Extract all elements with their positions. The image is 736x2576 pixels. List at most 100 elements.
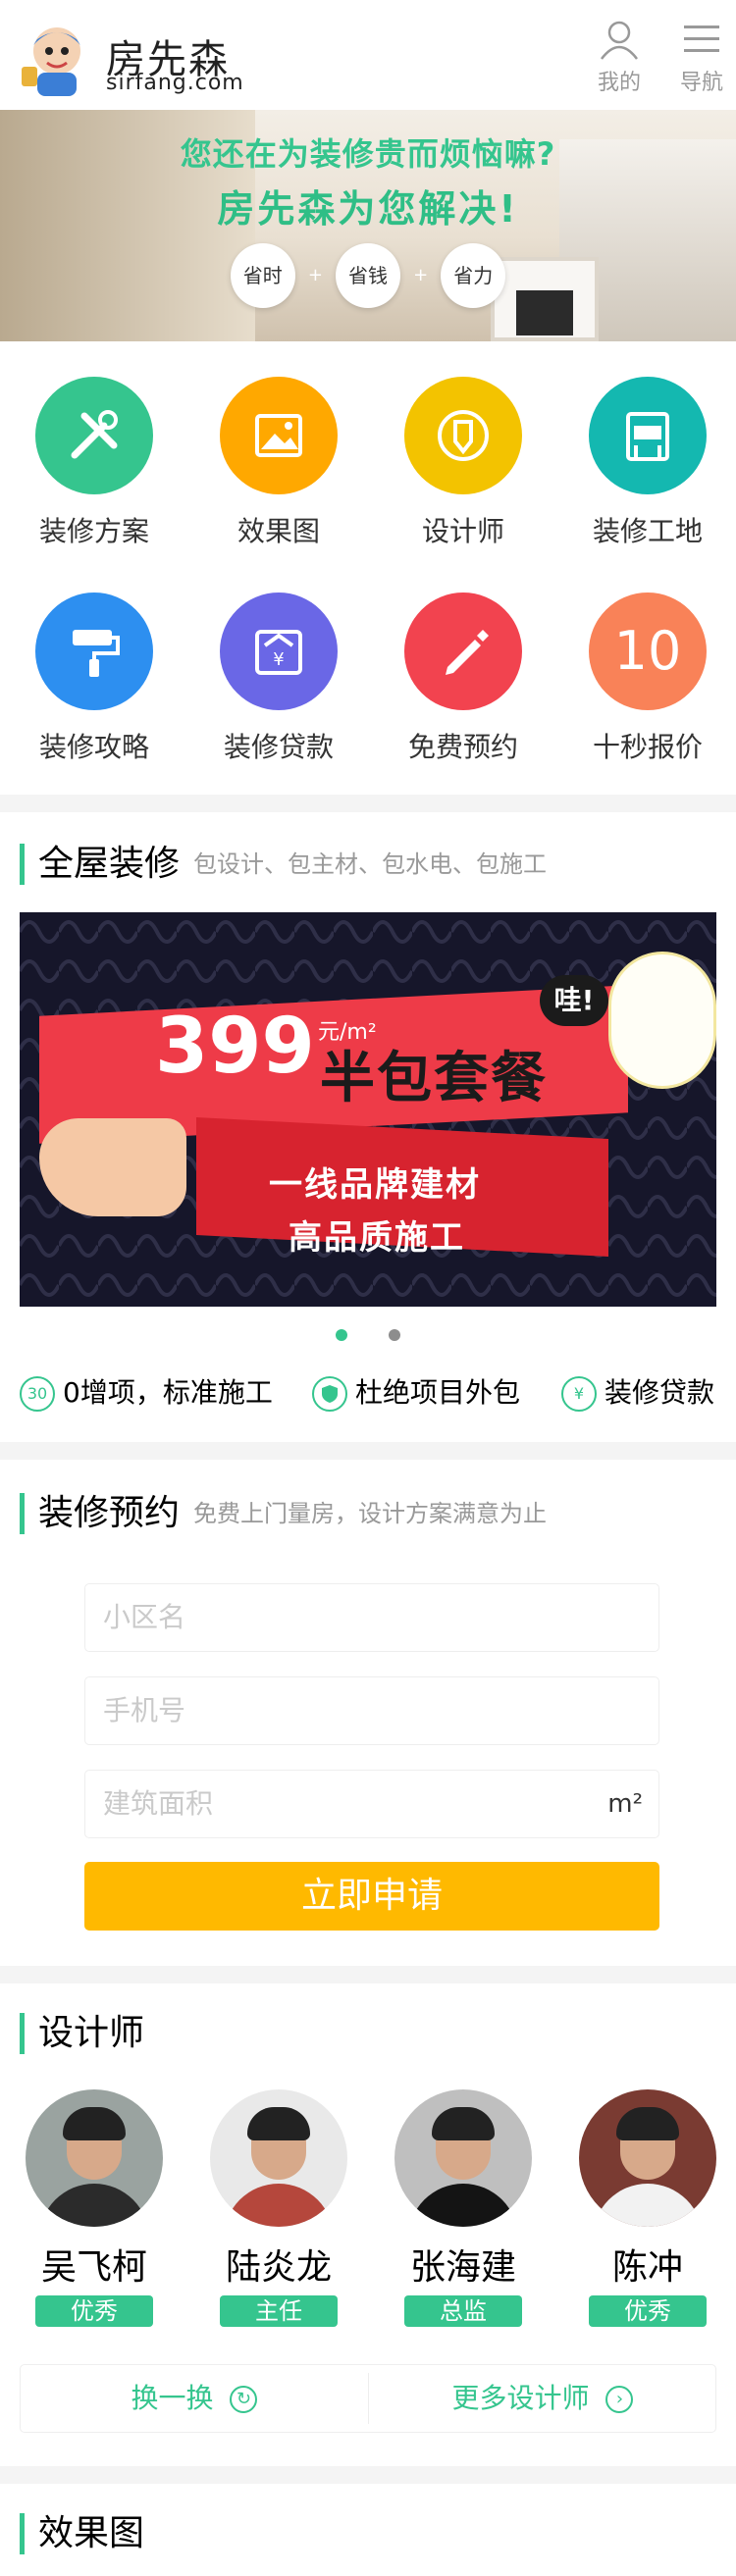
plus-icon: + [413,265,429,285]
promo-line-2: 高品质施工 [289,1218,465,1258]
grid-label: 十秒报价 [592,731,703,763]
phone-placeholder: 手机号 [103,1694,186,1726]
designer-rank-badge: 优秀 [35,2295,153,2327]
designer-card[interactable]: 吴飞柯 优秀 [2,2089,186,2327]
section-divider [0,795,736,812]
promo-price: 399 [155,1003,315,1091]
area-input[interactable]: 建筑面积 m² [84,1770,659,1838]
feature-label: 装修贷款 [605,1376,715,1409]
hero-banner[interactable]: 您还在为装修贵而烦恼嘛? 房先森为您解决! 省时 + 省钱 + 省力 [0,110,736,341]
menu-icon [684,26,719,52]
grid-label: 设计师 [421,515,504,547]
effects-header: 效果图 [20,2513,144,2554]
benefit-save-effort: 省力 [441,243,506,308]
logo-mascot-icon[interactable] [18,16,100,98]
grid-label: 装修方案 [38,515,149,547]
submit-button[interactable]: 立即申请 [84,1862,659,1931]
more-designers-label: 更多设计师 [451,2382,590,2414]
plus-icon: + [307,265,323,285]
feature-label: 0增项，标准施工 [63,1376,273,1409]
refresh-icon: ↻ [230,2386,258,2413]
grid-item-effect-images[interactable]: 效果图 [186,377,371,549]
promo-package: 半包套餐 [320,1047,548,1110]
designer-card[interactable]: 张海建 总监 [371,2089,555,2327]
avatar [210,2089,347,2227]
refresh-label: 换一换 [131,2382,214,2414]
designer-name: 吴飞柯 [40,2247,147,2288]
grid-item-decoration-plan[interactable]: 装修方案 [2,377,186,549]
service-grid: 装修方案 效果图 设计师 装修工地 装修攻略 ¥ 装修贷款 免费预约 10 十秒… [0,341,736,793]
shield-icon [312,1376,347,1412]
nav-menu-label: 导航 [679,71,723,95]
loan-icon: ¥ [220,592,338,710]
image-icon [220,377,338,494]
section-title: 全屋装修 [38,844,181,884]
feature-list: 30 0增项，标准施工 杜绝项目外包 ¥ 装修贷款 [0,1373,736,1422]
designer-card[interactable]: 陈冲 优秀 [555,2089,736,2327]
ten-icon: 10 [589,592,707,710]
grid-item-loan[interactable]: ¥ 装修贷款 [186,592,371,765]
grid-label: 装修攻略 [38,731,149,763]
designer-name: 陆炎龙 [225,2247,332,2288]
more-designers-button[interactable]: 更多设计师 › [369,2365,716,2432]
roller-icon [35,592,153,710]
site-icon [589,377,707,494]
section-title: 效果图 [38,2513,145,2553]
grid-item-designers[interactable]: 设计师 [371,377,555,549]
feature-label: 杜绝项目外包 [355,1376,521,1409]
tools-icon [35,377,153,494]
banner-headline: 您还在为装修贵而烦恼嘛? [180,135,556,173]
pencil-icon [404,592,522,710]
grid-item-quick-quote[interactable]: 10 十秒报价 [555,592,736,765]
carousel-dot[interactable] [388,1329,400,1341]
section-divider [0,2466,736,2484]
promo-banner[interactable]: 399 元/m² 半包套餐 哇! 一线品牌建材 高品质施工 [20,912,716,1307]
pen-icon [404,377,522,494]
area-placeholder: 建筑面积 [103,1787,214,1820]
refresh-designers-button[interactable]: 换一换 ↻ [21,2365,368,2432]
grid-item-guide[interactable]: 装修攻略 [2,592,186,765]
quick-quote-number: 10 [613,620,682,682]
grid-item-sites[interactable]: 装修工地 [555,377,736,549]
section-divider [0,1966,736,1984]
nav-menu-button[interactable]: 导航 [667,18,736,98]
designer-name: 陈冲 [611,2247,683,2288]
benefit-save-money: 省钱 [336,243,400,308]
my-account-label: 我的 [597,71,641,95]
top-header: 房先森 sirfang.com 我的 导航 [0,0,736,110]
grid-item-free-booking[interactable]: 免费预约 [371,592,555,765]
logo-domain: sirfang.com [106,71,244,95]
carousel-dot-active[interactable] [336,1329,348,1341]
grid-label: 免费预约 [407,731,518,763]
promo-bubble: 哇! [540,975,608,1026]
cartoon-face-icon [608,952,716,1089]
pointing-hand-icon [39,1118,186,1216]
designer-name: 张海建 [409,2247,516,2288]
avatar [579,2089,716,2227]
phone-input[interactable]: 手机号 [84,1676,659,1745]
section-subtitle: 包设计、包主材、包水电、包施工 [193,850,548,878]
avatar [26,2089,163,2227]
designer-actions: 换一换 ↻ 更多设计师 › [20,2364,716,2433]
booking-header: 装修预约 免费上门量房，设计方案满意为止 [20,1493,547,1534]
thirty-icon: 30 [20,1376,55,1412]
designer-card[interactable]: 陆炎龙 主任 [186,2089,371,2327]
grid-label: 效果图 [237,515,320,547]
community-placeholder: 小区名 [103,1601,186,1633]
section-title: 设计师 [38,2013,145,2053]
promo-line-1: 一线品牌建材 [269,1165,481,1205]
feature-item: ¥ 装修贷款 [561,1373,714,1422]
community-input[interactable]: 小区名 [84,1583,659,1652]
designer-rank-badge: 主任 [220,2295,338,2327]
area-unit: m² [607,1789,643,1819]
section-title: 装修预约 [38,1493,181,1533]
avatar [394,2089,532,2227]
section-divider [0,1442,736,1460]
my-account-button[interactable]: 我的 [585,18,654,98]
section-subtitle: 免费上门量房，设计方案满意为止 [193,1500,548,1527]
benefit-save-time: 省时 [230,243,295,308]
yuan-icon: ¥ [561,1376,597,1412]
designers-header: 设计师 [20,2013,144,2054]
chevron-right-icon: › [605,2386,634,2413]
designer-rank-badge: 优秀 [589,2295,707,2327]
